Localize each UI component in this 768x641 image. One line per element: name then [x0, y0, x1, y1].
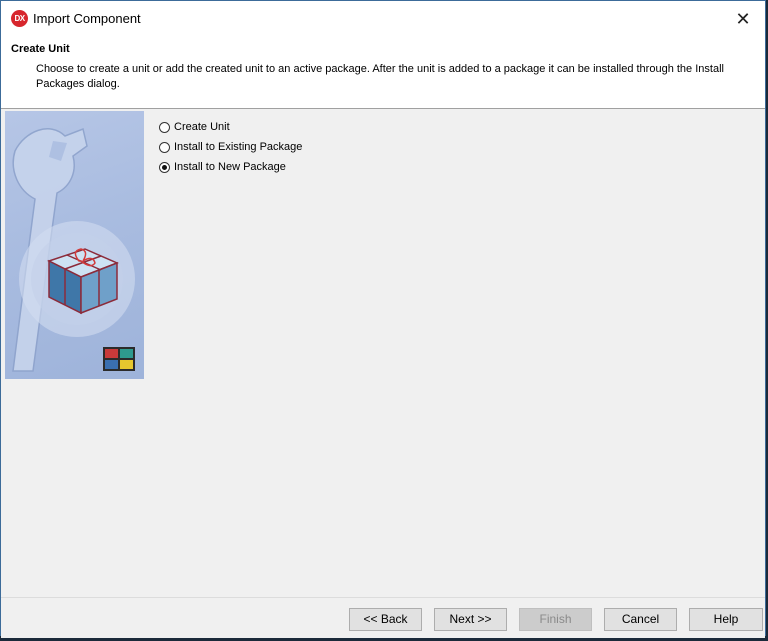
- window-title: Import Component: [33, 11, 141, 26]
- color-squares-logo: [103, 347, 135, 371]
- title-bar: DX Import Component ✕: [1, 1, 765, 37]
- radio-install-existing-package[interactable]: [159, 141, 170, 153]
- wrench-and-package-illustration: [12, 127, 135, 372]
- option-label-install-new-package: Install to New Package: [174, 161, 286, 173]
- wizard-button-bar: << Back Next >> Finish Cancel Help: [1, 597, 765, 638]
- option-install-existing-package[interactable]: Install to Existing Package: [159, 137, 302, 157]
- step-title: Create Unit: [11, 43, 70, 55]
- wizard-header: Create Unit Choose to create a unit or a…: [1, 37, 765, 109]
- option-install-new-package[interactable]: Install to New Package: [159, 157, 302, 177]
- install-options-group: Create Unit Install to Existing Package …: [159, 117, 302, 177]
- help-button[interactable]: Help: [689, 608, 763, 631]
- option-label-install-existing-package: Install to Existing Package: [174, 141, 303, 153]
- option-create-unit[interactable]: Create Unit: [159, 117, 302, 137]
- step-description: Choose to create a unit or add the creat…: [36, 63, 724, 90]
- devexpress-app-icon: DX: [11, 10, 28, 27]
- wizard-side-image: [5, 111, 144, 379]
- finish-button[interactable]: Finish: [519, 608, 592, 631]
- back-button[interactable]: << Back: [349, 608, 422, 631]
- radio-install-new-package[interactable]: [159, 161, 170, 173]
- option-label-create-unit: Create Unit: [174, 121, 230, 133]
- next-button[interactable]: Next >>: [434, 608, 507, 631]
- close-button[interactable]: ✕: [721, 1, 765, 37]
- import-component-dialog: DX Import Component ✕ Create Unit Choose…: [0, 0, 766, 638]
- radio-create-unit[interactable]: [159, 121, 170, 133]
- cancel-button[interactable]: Cancel: [604, 608, 677, 631]
